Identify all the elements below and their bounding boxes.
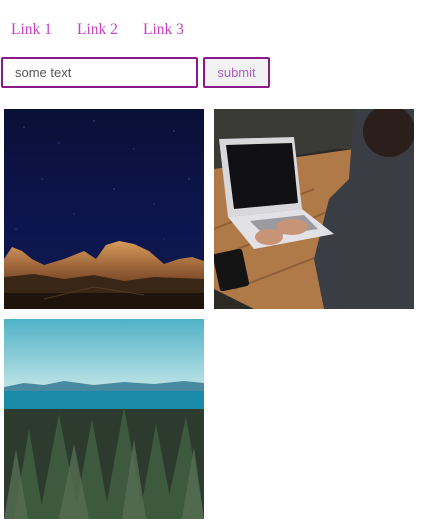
nav-link-2[interactable]: Link 2 [77, 20, 143, 40]
gallery-image-night-mountains [4, 109, 204, 309]
gallery-image-laptop [214, 109, 414, 309]
top-nav: Link 1 Link 2 Link 3 [11, 20, 203, 40]
nav-link-1[interactable]: Link 1 [11, 20, 77, 40]
text-form: submit [1, 57, 270, 88]
text-input[interactable] [1, 57, 198, 88]
nav-link-3[interactable]: Link 3 [143, 20, 203, 40]
gallery-image-forest-lake [4, 319, 204, 519]
submit-button[interactable]: submit [203, 57, 270, 88]
